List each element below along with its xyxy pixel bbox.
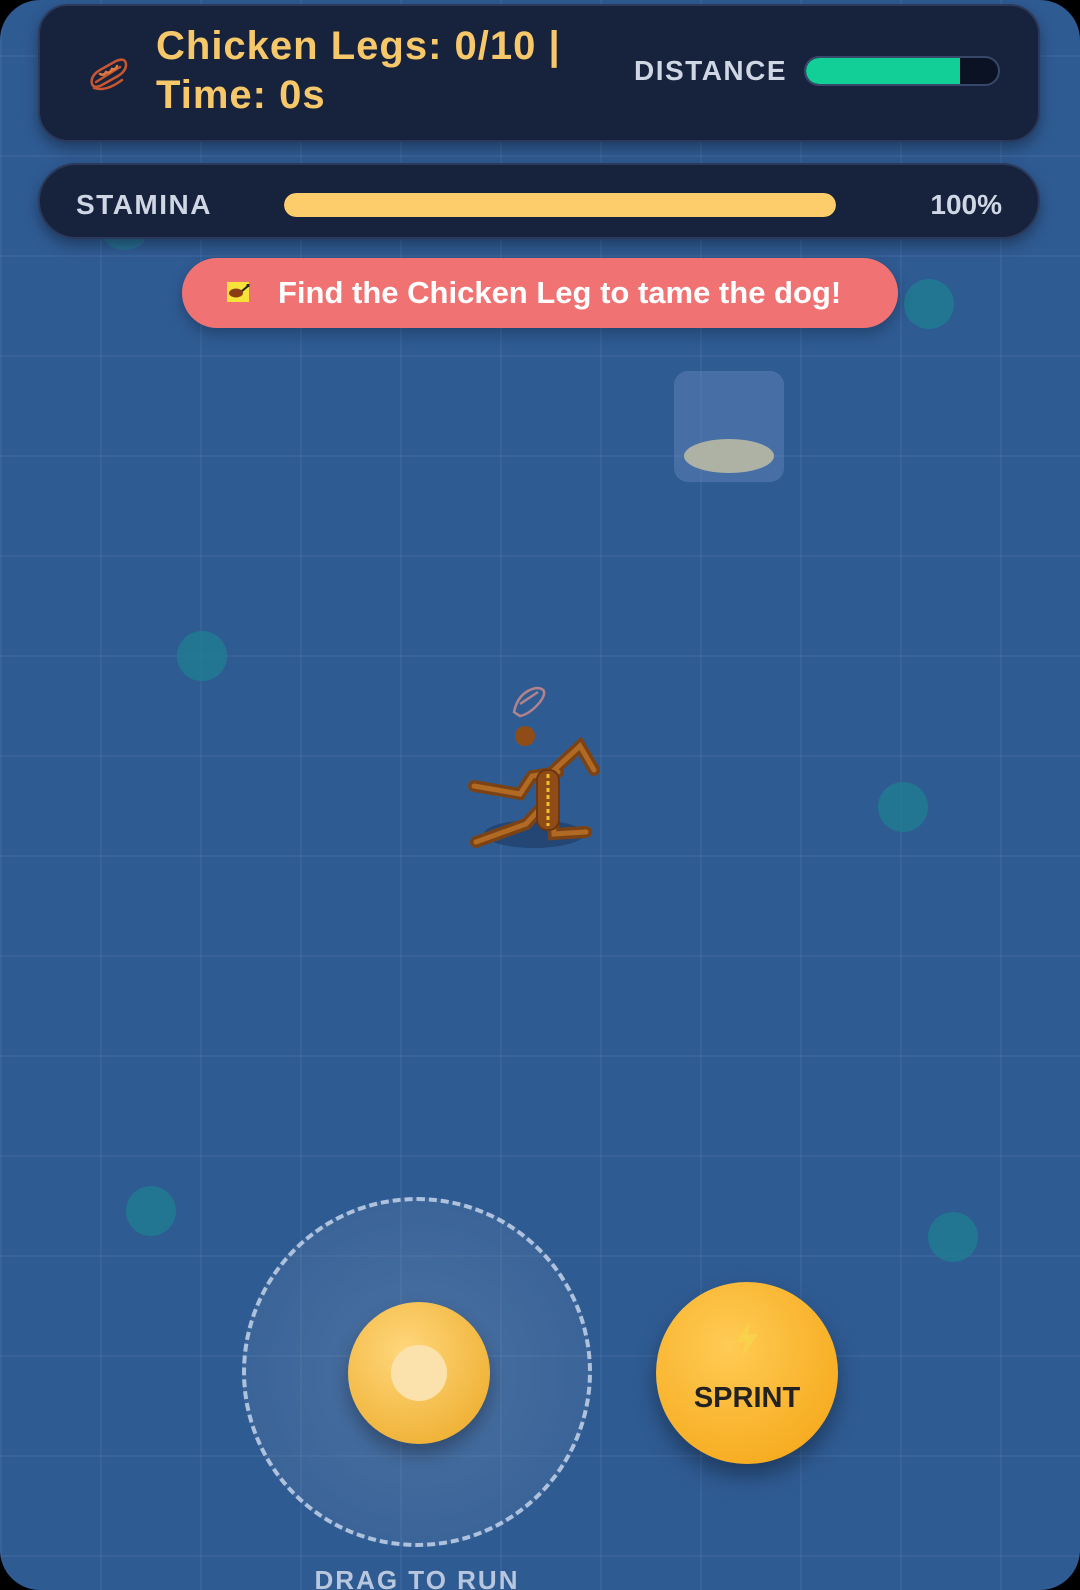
chicken-leg-icon xyxy=(227,282,250,302)
sprint-button[interactable]: SPRINT xyxy=(656,1282,838,1464)
background-blob xyxy=(928,1212,978,1262)
score-time-text: Chicken Legs: 0/10 | Time: 0s xyxy=(156,24,561,117)
hint-banner: Find the Chicken Leg to tame the dog! xyxy=(182,258,898,328)
joystick-label: DRAG TO RUN xyxy=(314,1565,520,1590)
distance-bar-fill xyxy=(806,58,960,84)
food-bowl-base xyxy=(684,439,774,473)
lightning-bolt-icon xyxy=(736,1322,758,1358)
stamina-label: STAMINA xyxy=(76,189,212,220)
food-bowl xyxy=(674,371,784,482)
background-blob xyxy=(904,279,954,329)
distance-bar xyxy=(804,56,1000,86)
background-blob xyxy=(177,631,227,681)
stamina-panel: STAMINA 100% xyxy=(38,163,1040,239)
sprint-label: SPRINT xyxy=(693,1382,801,1414)
stamina-bar xyxy=(284,193,836,217)
joystick-knob-center xyxy=(391,1345,447,1401)
distance-label: DISTANCE xyxy=(634,55,788,86)
stamina-bar-fill xyxy=(284,193,836,217)
stamina-percent: 100% xyxy=(930,189,1002,220)
player-character xyxy=(468,686,600,848)
score-panel: Chicken Legs: 0/10 | Time: 0s DISTANCE xyxy=(38,4,1040,142)
background-blob xyxy=(126,1186,176,1236)
hint-text: Find the Chicken Leg to tame the dog! xyxy=(278,275,842,310)
background-blob xyxy=(878,782,928,832)
game-viewport[interactable]: Chicken Legs: 0/10 | Time: 0s DISTANCE S… xyxy=(0,0,1080,1590)
hotdog-icon xyxy=(90,58,128,91)
joystick-knob[interactable] xyxy=(348,1302,490,1444)
